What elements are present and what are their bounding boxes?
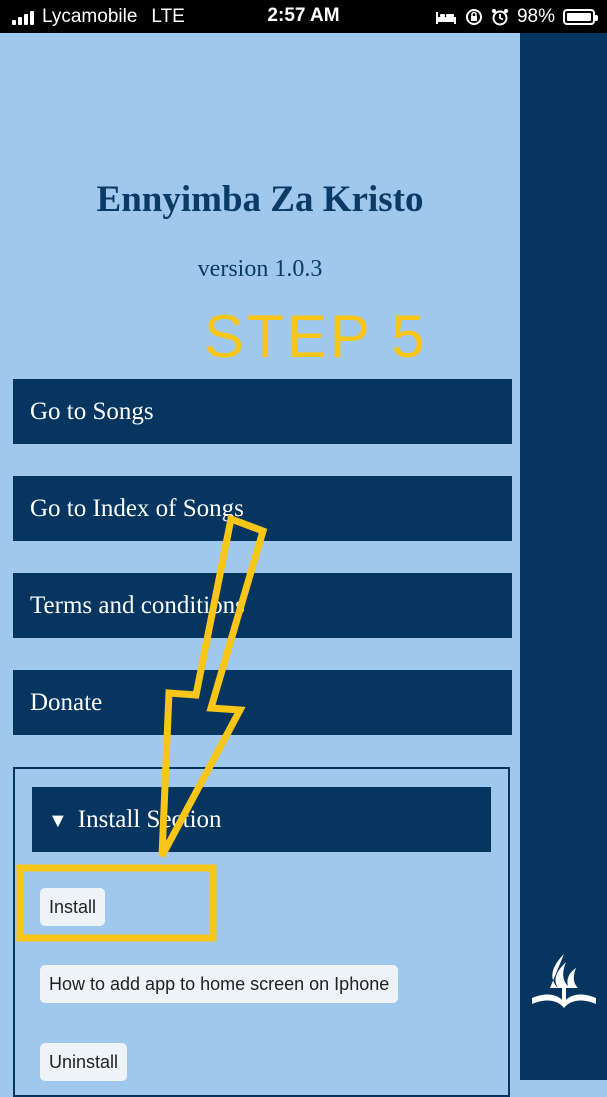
orientation-lock-icon: [465, 9, 482, 25]
app-version: version 1.0.3: [197, 256, 323, 282]
uninstall-button[interactable]: Uninstall: [40, 1043, 128, 1081]
church-logo-icon: [532, 954, 596, 1008]
status-bar: Lycamobile LTE 2:57 AM 98%: [0, 0, 607, 33]
battery-icon: [563, 9, 598, 25]
go-to-songs-button[interactable]: Go to Songs: [13, 379, 512, 444]
battery-percent: 98%: [516, 6, 555, 27]
install-section-toggle[interactable]: ▼ Install Section: [32, 787, 491, 852]
terms-button[interactable]: Terms and conditions: [13, 573, 512, 638]
bed-icon: [435, 12, 456, 24]
alarm-icon: [491, 9, 508, 26]
install-section-label: Install Section: [77, 806, 222, 833]
triangle-down-icon: ▼: [48, 810, 68, 832]
install-button[interactable]: Install: [40, 888, 106, 926]
step-label: STEP 5: [204, 303, 428, 370]
donate-button[interactable]: Donate: [13, 670, 512, 735]
sidebar: [520, 33, 607, 1080]
status-right: 98%: [435, 6, 598, 28]
app-title: Ennyimba Za Kristo: [96, 179, 424, 220]
go-to-index-button[interactable]: Go to Index of Songs: [13, 476, 512, 541]
iphone-home-screen-help-button[interactable]: How to add app to home screen on Iphone: [40, 965, 399, 1003]
